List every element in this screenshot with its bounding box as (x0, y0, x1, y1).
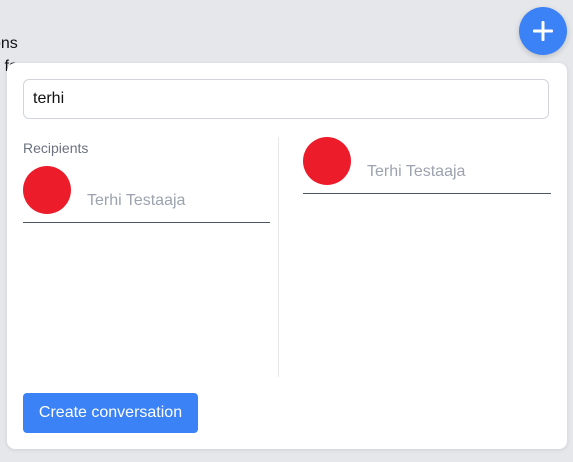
recipients-heading: Recipients (23, 140, 89, 156)
recipient-name: Terhi Testaaja (87, 192, 186, 209)
add-conversation-button[interactable] (519, 7, 567, 55)
create-conversation-button[interactable]: Create conversation (23, 393, 198, 433)
plus-icon (533, 21, 553, 41)
column-divider (278, 137, 279, 377)
avatar (303, 137, 351, 185)
new-conversation-dialog: Recipients Terhi Testaaja Terhi Testaaja… (7, 63, 567, 449)
background-text-line-1: ons (0, 35, 18, 52)
search-results-column: Terhi Testaaja (303, 137, 551, 194)
search-result-item[interactable]: Terhi Testaaja (303, 137, 551, 194)
avatar (23, 166, 71, 214)
recipients-column: Recipients Terhi Testaaja (23, 137, 270, 223)
recipient-item[interactable]: Terhi Testaaja (23, 166, 270, 223)
recipient-search-input[interactable] (23, 79, 549, 119)
search-result-name: Terhi Testaaja (367, 163, 466, 180)
